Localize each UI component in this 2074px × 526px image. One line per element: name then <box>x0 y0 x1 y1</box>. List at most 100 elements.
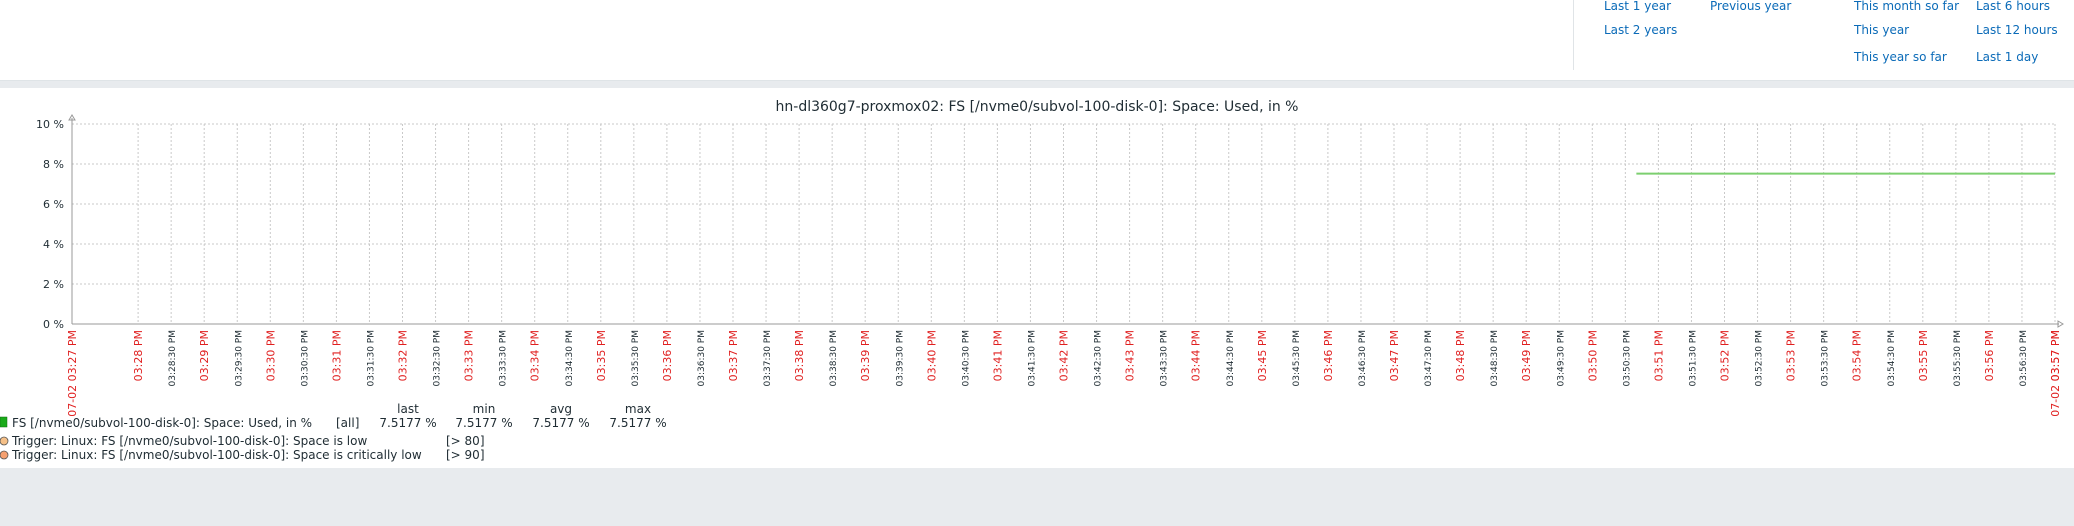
x-tick-label-major: 03:52 PM <box>1719 330 1732 381</box>
period-link-last-1-day[interactable]: Last 1 day <box>1976 50 2038 64</box>
x-tick-label-major: 03:40 PM <box>925 330 938 381</box>
x-tick-label-major: 03:51 PM <box>1652 330 1665 381</box>
x-tick-label-minor: 03:41:30 PM <box>1027 330 1037 386</box>
grid-layer <box>72 123 2056 324</box>
y-tick-label: 8 % <box>43 158 64 171</box>
period-link-this-year[interactable]: This year <box>1854 23 1909 37</box>
x-tick-label-major: 03:44 PM <box>1190 330 1203 381</box>
x-tick-label-minor: 03:38:30 PM <box>829 330 839 386</box>
x-tick-label-minor: 03:52:30 PM <box>1755 330 1765 386</box>
period-divider <box>1573 0 1574 70</box>
legend-header-avg: avg <box>550 402 572 416</box>
x-tick-label-minor: 03:50:30 PM <box>1622 330 1632 386</box>
period-link-previous-year[interactable]: Previous year <box>1710 0 1791 13</box>
x-tick-label-major: 03:30 PM <box>264 330 277 381</box>
trigger-threshold: [> 80] <box>446 434 485 448</box>
graph-svg: hn-dl360g7-proxmox02: FS [/nvme0/subvol-… <box>0 99 2064 462</box>
graph-panel: hn-dl360g7-proxmox02: FS [/nvme0/subvol-… <box>0 88 2074 468</box>
y-tick-label: 0 % <box>43 318 64 331</box>
x-tick-label-minor: 03:47:30 PM <box>1424 330 1434 386</box>
x-tick-label-minor: 03:42:30 PM <box>1094 330 1104 386</box>
trigger-icon <box>0 436 9 446</box>
x-tick-label-major: 03:28 PM <box>132 330 145 381</box>
x-tick-label-minor: 03:45:30 PM <box>1292 330 1302 386</box>
x-tick-label-minor: 03:35:30 PM <box>631 330 641 386</box>
x-tick-label-major: 03:43 PM <box>1124 330 1137 381</box>
axis-layer <box>68 114 2064 328</box>
x-tick-label-major: 03:53 PM <box>1785 330 1798 381</box>
x-tick-label-minor: 03:54:30 PM <box>1887 330 1897 386</box>
x-tick-label-minor: 03:36:30 PM <box>697 330 707 386</box>
x-tick-label-minor: 03:34:30 PM <box>565 330 575 386</box>
legend-header-last: last <box>397 402 419 416</box>
x-tick-label-minor: 03:30:30 PM <box>300 330 310 386</box>
trigger-label: Trigger: Linux: FS [/nvme0/subvol-100-di… <box>11 434 367 448</box>
x-tick-label-minor: 03:51:30 PM <box>1688 330 1698 386</box>
x-tick-label-minor: 03:39:30 PM <box>895 330 905 386</box>
x-tick-label-major: 03:56 PM <box>1983 330 1996 381</box>
trigger-label: Trigger: Linux: FS [/nvme0/subvol-100-di… <box>11 448 422 462</box>
period-selector-panel: Last 1 year Previous year This month so … <box>0 0 2074 81</box>
x-tick-label-major: 03:46 PM <box>1322 330 1335 381</box>
period-link-last-2-years[interactable]: Last 2 years <box>1604 23 1677 37</box>
x-tick-label-major: 03:31 PM <box>330 330 343 381</box>
trigger-icon <box>0 450 9 460</box>
legend-min: 7.5177 % <box>455 416 512 430</box>
x-tick-label-minor: 03:37:30 PM <box>763 330 773 386</box>
x-tick-label-minor: 03:29:30 PM <box>234 330 244 386</box>
y-tick-label: 2 % <box>43 278 64 291</box>
x-tick-label-major: 03:42 PM <box>1058 330 1071 381</box>
period-link-last-1-year[interactable]: Last 1 year <box>1604 0 1671 13</box>
x-tick-label-minor: 03:46:30 PM <box>1358 330 1368 386</box>
legend: last min avg max FS [/nvme0/subvol-100-disk-… <box>0 402 667 462</box>
x-tick-label-major: 03:34 PM <box>529 330 542 381</box>
y-tick-label: 10 % <box>36 118 64 131</box>
period-link-last-6-hours[interactable]: Last 6 hours <box>1976 0 2050 13</box>
x-tick-label-minor: 03:32:30 PM <box>433 330 443 386</box>
x-tick-label-major: 03:41 PM <box>991 330 1004 381</box>
legend-series-func: [all] <box>336 416 359 430</box>
y-tick-label: 4 % <box>43 238 64 251</box>
trigger-threshold: [> 90] <box>446 448 485 462</box>
y-tick-label: 6 % <box>43 198 64 211</box>
legend-max: 7.5177 % <box>609 416 666 430</box>
x-tick-label-minor: 03:55:30 PM <box>1953 330 1963 386</box>
y-tick-labels: 0 % 2 % 4 % 6 % 8 % 10 % <box>36 118 64 331</box>
x-tick-label-major: 03:37 PM <box>727 330 740 381</box>
x-tick-label-major: 03:45 PM <box>1256 330 1269 381</box>
x-tick-label-minor: 03:44:30 PM <box>1226 330 1236 386</box>
x-tick-label-minor: 03:40:30 PM <box>961 330 971 386</box>
x-tick-label-minor: 03:49:30 PM <box>1556 330 1566 386</box>
legend-swatch <box>0 416 8 428</box>
x-tick-label-major: 03:36 PM <box>661 330 674 381</box>
x-tick-label-major: 03:47 PM <box>1388 330 1401 381</box>
x-tick-label-major: 03:32 PM <box>397 330 410 381</box>
x-tick-label-major: 03:48 PM <box>1454 330 1467 381</box>
x-tick-label-major: 03:35 PM <box>595 330 608 381</box>
period-link-this-year-so-far[interactable]: This year so far <box>1854 50 1947 64</box>
x-tick-label-major: 03:54 PM <box>1851 330 1864 381</box>
period-link-this-month-so-far[interactable]: This month so far <box>1854 0 1959 13</box>
x-tick-label-major: 03:55 PM <box>1917 330 1930 381</box>
x-tick-label-major: 03:49 PM <box>1520 330 1533 381</box>
legend-avg: 7.5177 % <box>532 416 589 430</box>
x-end-label: 07-02 03:57 PM <box>2049 330 2062 417</box>
x-tick-label-minor: 03:28:30 PM <box>168 330 178 386</box>
x-tick-label-minor: 03:33:30 PM <box>499 330 509 386</box>
x-tick-label-major: 03:33 PM <box>463 330 476 381</box>
x-tick-label-major: 03:29 PM <box>198 330 211 381</box>
legend-series-label: FS [/nvme0/subvol-100-disk-0]: Space: Us… <box>12 416 312 430</box>
legend-header-max: max <box>625 402 651 416</box>
x-tick-label-major: 03:39 PM <box>859 330 872 381</box>
x-tick-label-minor: 03:48:30 PM <box>1490 330 1500 386</box>
x-tick-label-major: 03:50 PM <box>1586 330 1599 381</box>
x-tick-label-minor: 03:31:30 PM <box>366 330 376 386</box>
x-tick-label-minor: 03:53:30 PM <box>1821 330 1831 386</box>
period-link-last-12-hours[interactable]: Last 12 hours <box>1976 23 2058 37</box>
x-start-label: 07-02 03:27 PM <box>66 330 79 417</box>
legend-last: 7.5177 % <box>379 416 436 430</box>
x-tick-label-major: 03:38 PM <box>793 330 806 381</box>
x-tick-label-minor: 03:43:30 PM <box>1160 330 1170 386</box>
legend-header-min: min <box>473 402 496 416</box>
x-tick-labels: 03:28 PM 03:29 PM 03:30 PM 03:31 PM 03:32 PM… <box>66 330 2062 417</box>
